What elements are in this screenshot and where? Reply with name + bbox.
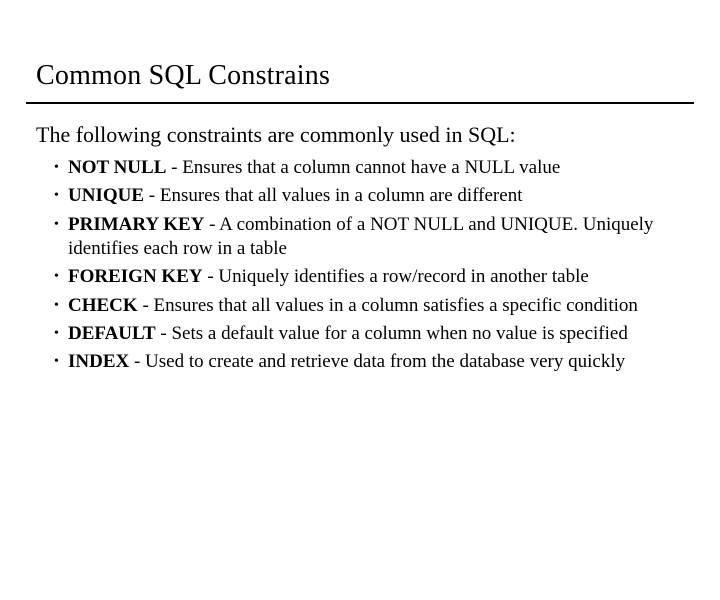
list-item: PRIMARY KEY - A combination of a NOT NUL… xyxy=(54,213,670,262)
constraint-keyword: FOREIGN KEY xyxy=(68,266,203,287)
constraint-desc: - Ensures that all values in a column ar… xyxy=(144,185,522,206)
title-underline xyxy=(26,102,694,104)
constraint-keyword: CHECK xyxy=(68,295,138,316)
intro-text: The following constraints are commonly u… xyxy=(36,122,720,148)
list-item: INDEX - Used to create and retrieve data… xyxy=(54,350,670,374)
constraint-desc: - Uniquely identifies a row/record in an… xyxy=(203,266,589,287)
list-item: NOT NULL - Ensures that a column cannot … xyxy=(54,156,670,180)
constraint-keyword: NOT NULL xyxy=(68,157,166,178)
constraint-keyword: DEFAULT xyxy=(68,323,156,344)
constraint-keyword: INDEX xyxy=(68,351,129,372)
constraint-desc: - Ensures that all values in a column sa… xyxy=(138,295,638,316)
list-item: DEFAULT - Sets a default value for a col… xyxy=(54,322,670,346)
constraint-desc: - Ensures that a column cannot have a NU… xyxy=(166,157,560,178)
constraint-keyword: UNIQUE xyxy=(68,185,144,206)
constraint-desc: - Sets a default value for a column when… xyxy=(156,323,628,344)
constraints-list: NOT NULL - Ensures that a column cannot … xyxy=(54,156,670,375)
list-item: UNIQUE - Ensures that all values in a co… xyxy=(54,184,670,208)
list-item: CHECK - Ensures that all values in a col… xyxy=(54,294,670,318)
slide: Common SQL Constrains The following cons… xyxy=(0,60,720,600)
constraint-desc: - Used to create and retrieve data from … xyxy=(129,351,625,372)
list-item: FOREIGN KEY - Uniquely identifies a row/… xyxy=(54,265,670,289)
constraint-keyword: PRIMARY KEY xyxy=(68,214,204,235)
slide-title: Common SQL Constrains xyxy=(36,60,720,92)
